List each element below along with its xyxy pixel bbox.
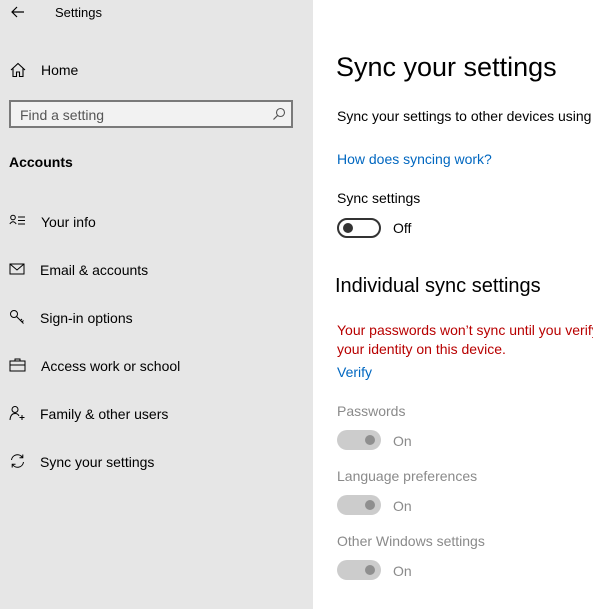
search-box: [9, 100, 293, 128]
passwords-state: On: [393, 433, 412, 449]
toggle-knob: [365, 565, 375, 575]
section-heading-accounts: Accounts: [9, 154, 73, 170]
sidebar-item-label: Email & accounts: [40, 262, 149, 278]
other-windows-settings-state: On: [393, 563, 412, 579]
sync-settings-state: Off: [393, 220, 412, 236]
sidebar: Settings Home Accounts Your info Email &…: [0, 0, 313, 609]
sidebar-item-email-accounts[interactable]: Email & accounts: [0, 251, 313, 287]
sidebar-item-family-other-users[interactable]: Family & other users: [0, 395, 313, 431]
person-add-icon: [9, 406, 25, 421]
passwords-toggle[interactable]: [337, 430, 381, 450]
other-windows-settings-label: Other Windows settings: [337, 533, 485, 549]
toggle-knob: [365, 435, 375, 445]
sync-icon: [11, 454, 24, 468]
sidebar-item-label: Family & other users: [40, 406, 169, 422]
sidebar-item-label: Sign-in options: [40, 310, 133, 326]
sidebar-item-access-work-school[interactable]: Access work or school: [0, 347, 313, 383]
search-icon[interactable]: [272, 107, 286, 121]
sync-description: Sync your settings to other devices usin…: [337, 108, 592, 124]
mail-icon: [9, 263, 25, 275]
verify-link[interactable]: Verify: [337, 364, 372, 380]
language-preferences-label: Language preferences: [337, 468, 478, 484]
sidebar-item-sign-in-options[interactable]: Sign-in options: [0, 299, 313, 335]
language-preferences-toggle[interactable]: [337, 495, 381, 515]
passwords-label: Passwords: [337, 403, 406, 419]
individual-sync-heading: Individual sync settings: [335, 275, 541, 297]
other-windows-settings-toggle[interactable]: [337, 560, 381, 580]
language-preferences-state: On: [393, 498, 412, 514]
home-icon: [10, 62, 26, 78]
toggle-knob: [343, 223, 353, 233]
back-button[interactable]: [6, 0, 30, 24]
sync-settings-label: Sync settings: [337, 190, 421, 206]
sidebar-item-label: Access work or school: [41, 358, 181, 374]
home-label: Home: [41, 62, 79, 78]
page-title: Sync your settings: [336, 52, 557, 82]
sidebar-item-your-info[interactable]: Your info: [0, 203, 313, 239]
sidebar-item-sync-your-settings[interactable]: Sync your settings: [0, 443, 313, 479]
contact-card-icon: [9, 214, 25, 225]
how-syncing-works-link[interactable]: How does syncing work?: [337, 151, 492, 167]
key-icon: [10, 310, 24, 324]
back-arrow-icon: [11, 6, 24, 18]
sidebar-item-label: Sync your settings: [40, 454, 155, 470]
sidebar-item-label: Your info: [41, 214, 96, 230]
search-input[interactable]: [20, 106, 270, 124]
window-title: Settings: [55, 5, 102, 20]
password-warning: Your passwords won’t sync until you veri…: [337, 322, 593, 357]
briefcase-icon: [9, 358, 26, 372]
sidebar-item-home[interactable]: Home: [0, 56, 313, 84]
sync-settings-toggle[interactable]: [337, 218, 381, 238]
toggle-knob: [365, 500, 375, 510]
main-content: Sync your settings Sync your settings to…: [313, 0, 593, 609]
